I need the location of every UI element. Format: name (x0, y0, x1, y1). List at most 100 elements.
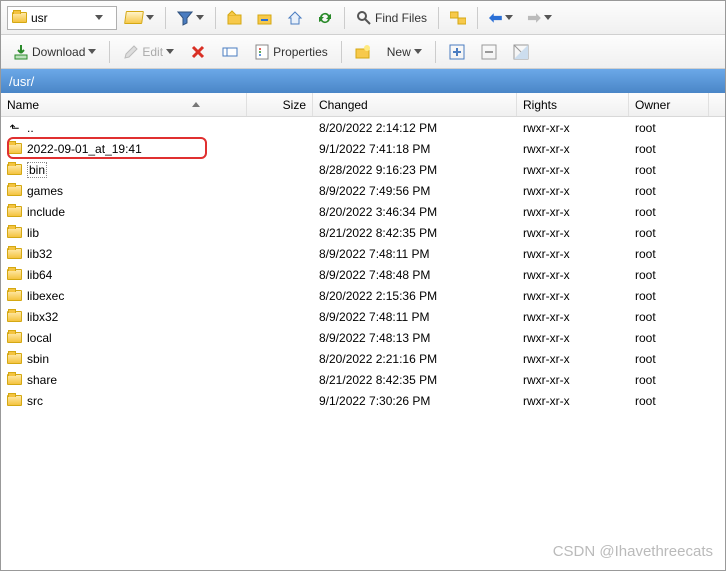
file-owner: root (629, 119, 709, 137)
col-owner[interactable]: Owner (629, 93, 709, 116)
path-bar[interactable]: /usr/ (1, 69, 725, 93)
file-rights: rwxr-xr-x (517, 371, 629, 389)
address-input[interactable] (31, 11, 91, 25)
find-files-button[interactable]: Find Files (350, 6, 433, 30)
separator (109, 41, 110, 63)
file-row[interactable]: local8/9/2022 7:48:13 PMrwxr-xr-xroot (1, 327, 725, 348)
file-size (247, 315, 313, 319)
new-folder-icon (355, 44, 371, 60)
file-rights: rwxr-xr-x (517, 392, 629, 410)
chevron-down-icon (544, 15, 552, 20)
file-rights: rwxr-xr-x (517, 140, 629, 158)
file-size (247, 189, 313, 193)
download-icon (13, 44, 29, 60)
file-owner: root (629, 266, 709, 284)
file-row[interactable]: lib8/21/2022 8:42:35 PMrwxr-xr-xroot (1, 222, 725, 243)
refresh-button[interactable] (311, 6, 339, 30)
chevron-down-icon (166, 49, 174, 54)
file-changed: 8/21/2022 8:42:35 PM (313, 224, 517, 242)
chevron-down-icon[interactable] (95, 15, 103, 20)
nav-back-button[interactable]: ⬅ (483, 4, 519, 32)
file-name: local (27, 331, 52, 345)
edit-label: Edit (142, 45, 163, 59)
pencil-icon (123, 44, 139, 60)
file-row[interactable]: bin8/28/2022 9:16:23 PMrwxr-xr-xroot (1, 159, 725, 180)
chevron-down-icon (88, 49, 96, 54)
home-icon (287, 10, 303, 26)
folder-icon (7, 206, 22, 217)
edit-button: Edit (117, 40, 180, 64)
plus-button[interactable] (443, 40, 471, 64)
root-dir-button[interactable] (251, 6, 279, 30)
file-changed: 8/20/2022 2:14:12 PM (313, 119, 517, 137)
file-row[interactable]: include8/20/2022 3:46:34 PMrwxr-xr-xroot (1, 201, 725, 222)
file-row[interactable]: sbin8/20/2022 2:21:16 PMrwxr-xr-xroot (1, 348, 725, 369)
file-size (247, 126, 313, 130)
col-changed[interactable]: Changed (313, 93, 517, 116)
file-owner: root (629, 140, 709, 158)
file-changed: 9/1/2022 7:41:18 PM (313, 140, 517, 158)
home-button[interactable] (281, 6, 309, 30)
folder-icon (7, 185, 22, 196)
download-label: Download (32, 45, 85, 59)
new-folder-button[interactable] (349, 40, 377, 64)
search-icon (356, 10, 372, 26)
col-size[interactable]: Size (247, 93, 313, 116)
properties-button[interactable]: Properties (248, 40, 334, 64)
file-size (247, 294, 313, 298)
file-list[interactable]: Name Size Changed Rights Owner ⬑..8/20/2… (1, 93, 725, 570)
new-label: New (387, 45, 411, 59)
file-row[interactable]: src9/1/2022 7:30:26 PMrwxr-xr-xroot (1, 390, 725, 411)
file-name: .. (27, 121, 34, 135)
invert-select-button[interactable] (507, 40, 535, 64)
file-row[interactable]: games8/9/2022 7:49:56 PMrwxr-xr-xroot (1, 180, 725, 201)
file-name: sbin (27, 352, 49, 366)
file-size (247, 273, 313, 277)
plus-icon (449, 44, 465, 60)
up-folder-icon (227, 10, 243, 26)
file-rights: rwxr-xr-x (517, 308, 629, 326)
col-rights[interactable]: Rights (517, 93, 629, 116)
separator (215, 7, 216, 29)
separator (165, 7, 166, 29)
filter-button[interactable] (171, 6, 210, 30)
file-owner: root (629, 161, 709, 179)
file-rights: rwxr-xr-x (517, 161, 629, 179)
open-folder-button[interactable] (119, 7, 160, 28)
file-row[interactable]: 2022-09-01_at_19:419/1/2022 7:41:18 PMrw… (1, 138, 725, 159)
funnel-icon (177, 10, 193, 26)
rename-button[interactable] (216, 40, 244, 64)
file-row[interactable]: libx328/9/2022 7:48:11 PMrwxr-xr-xroot (1, 306, 725, 327)
sync-button[interactable] (444, 6, 472, 30)
current-path: /usr/ (9, 74, 34, 89)
file-owner: root (629, 203, 709, 221)
file-size (247, 357, 313, 361)
col-name[interactable]: Name (1, 93, 247, 116)
file-size (247, 378, 313, 382)
sort-asc-icon (192, 102, 200, 107)
file-changed: 8/9/2022 7:48:13 PM (313, 329, 517, 347)
address-combo[interactable] (7, 6, 117, 30)
file-row[interactable]: lib648/9/2022 7:48:48 PMrwxr-xr-xroot (1, 264, 725, 285)
file-row[interactable]: libexec8/20/2022 2:15:36 PMrwxr-xr-xroot (1, 285, 725, 306)
file-owner: root (629, 371, 709, 389)
file-row[interactable]: share8/21/2022 8:42:35 PMrwxr-xr-xroot (1, 369, 725, 390)
file-owner: root (629, 392, 709, 410)
new-button[interactable]: New (381, 41, 428, 63)
file-row[interactable]: ⬑..8/20/2022 2:14:12 PMrwxr-xr-xroot (1, 117, 725, 138)
file-owner: root (629, 182, 709, 200)
file-name: bin (27, 162, 47, 178)
folder-open-icon (124, 11, 144, 24)
file-name: share (27, 373, 57, 387)
download-button[interactable]: Download (7, 40, 102, 64)
delete-button[interactable] (184, 40, 212, 64)
file-changed: 8/9/2022 7:48:11 PM (313, 245, 517, 263)
file-row[interactable]: lib328/9/2022 7:48:11 PMrwxr-xr-xroot (1, 243, 725, 264)
file-owner: root (629, 350, 709, 368)
parent-dir-button[interactable] (221, 6, 249, 30)
file-name: include (27, 205, 65, 219)
file-size (247, 252, 313, 256)
minus-button[interactable] (475, 40, 503, 64)
properties-icon (254, 44, 270, 60)
file-rights: rwxr-xr-x (517, 329, 629, 347)
